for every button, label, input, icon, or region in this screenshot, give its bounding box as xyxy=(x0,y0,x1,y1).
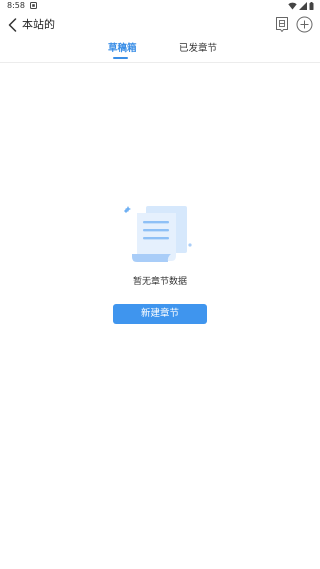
page-title: 本站的 xyxy=(22,18,55,31)
empty-state-message: 暂无章节数据 xyxy=(132,277,187,287)
tab-bar: 草稿箱 已发章节 xyxy=(0,40,320,62)
status-time: 8:58 xyxy=(7,1,25,10)
battery-icon xyxy=(309,2,314,10)
status-bar: 8:58 xyxy=(0,0,320,12)
notification-icon xyxy=(30,2,37,9)
tab-drafts[interactable]: 草稿箱 xyxy=(108,43,137,55)
new-chapter-button[interactable]: 新建章节 xyxy=(113,304,207,324)
book-button[interactable] xyxy=(274,16,290,33)
back-arrow-icon xyxy=(8,18,16,32)
add-button[interactable] xyxy=(296,16,313,33)
back-button[interactable] xyxy=(4,15,20,35)
empty-document-icon xyxy=(124,206,192,262)
add-circle-icon xyxy=(296,16,313,33)
wifi-icon xyxy=(288,2,297,10)
divider xyxy=(0,62,320,63)
active-tab-indicator xyxy=(113,57,128,59)
signal-icon xyxy=(299,2,307,10)
app-bar: 本站的 xyxy=(0,12,320,38)
status-icons xyxy=(288,2,314,10)
book-icon xyxy=(276,17,288,32)
tab-published-chapters[interactable]: 已发章节 xyxy=(179,43,217,55)
